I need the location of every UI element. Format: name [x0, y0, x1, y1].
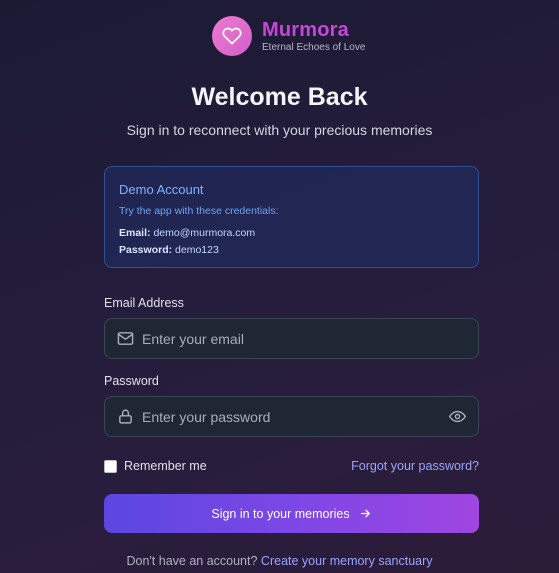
password-field[interactable]	[104, 396, 479, 437]
page-title: Welcome Back	[191, 83, 368, 111]
create-account-link[interactable]: Create your memory sanctuary	[261, 554, 433, 568]
password-label: Password	[104, 374, 159, 388]
page-subtitle: Sign in to reconnect with your precious …	[126, 122, 433, 138]
demo-password-value: demo123	[175, 244, 219, 256]
remember-checkbox[interactable]	[104, 459, 117, 473]
demo-email-label: Email:	[119, 227, 151, 239]
sign-in-button[interactable]: Sign in to your memories	[104, 494, 479, 533]
brand-header: Murmora Eternal Echoes of Love	[212, 16, 365, 56]
demo-account-box: Demo Account Try the app with these cred…	[104, 166, 479, 268]
demo-title: Demo Account	[119, 182, 204, 197]
demo-email-line: Email: demo@murmora.com	[119, 225, 464, 242]
arrow-right-icon	[359, 507, 372, 520]
eye-icon[interactable]	[446, 406, 468, 428]
lock-icon	[116, 408, 134, 426]
brand-name: Murmora	[262, 18, 349, 41]
demo-description: Try the app with these credentials:	[119, 205, 279, 217]
demo-email-value: demo@murmora.com	[153, 227, 256, 239]
signup-prompt-text: Don't have an account?	[126, 554, 258, 568]
email-label: Email Address	[104, 296, 184, 310]
email-input[interactable]	[142, 330, 478, 347]
signup-prompt: Don't have an account? Create your memor…	[0, 554, 559, 568]
sign-in-label: Sign in to your memories	[211, 506, 350, 521]
email-field[interactable]	[104, 318, 479, 359]
remember-label: Remember me	[124, 459, 207, 473]
brand-tagline: Eternal Echoes of Love	[262, 41, 366, 53]
demo-password-line: Password: demo123	[119, 242, 464, 259]
password-input[interactable]	[142, 408, 446, 425]
forgot-password-link[interactable]: Forgot your password?	[351, 459, 479, 473]
heart-icon	[212, 16, 252, 56]
demo-password-label: Password:	[119, 244, 173, 256]
remember-me[interactable]: Remember me	[104, 459, 207, 473]
mail-icon	[116, 330, 134, 348]
